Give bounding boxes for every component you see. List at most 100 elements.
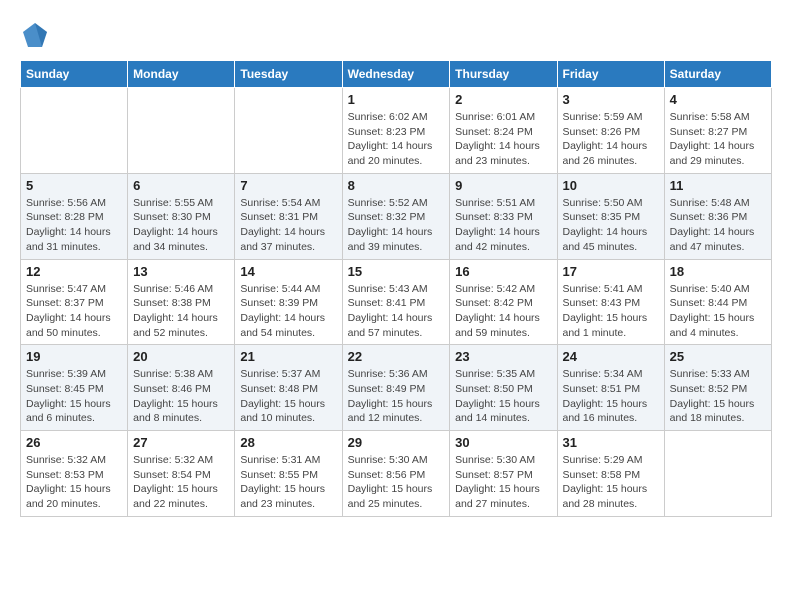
day-info: Sunrise: 5:41 AMSunset: 8:43 PMDaylight:… xyxy=(563,282,659,341)
day-number: 9 xyxy=(455,178,551,193)
day-cell: 4Sunrise: 5:58 AMSunset: 8:27 PMDaylight… xyxy=(664,88,771,174)
day-info: Sunrise: 5:32 AMSunset: 8:53 PMDaylight:… xyxy=(26,453,122,512)
day-info: Sunrise: 5:32 AMSunset: 8:54 PMDaylight:… xyxy=(133,453,229,512)
day-number: 21 xyxy=(240,349,336,364)
day-cell: 1 Sunrise: 6:02 AMSunset: 8:23 PMDaylight… xyxy=(342,88,450,174)
day-info: Sunrise: 5:33 AMSunset: 8:52 PMDaylight:… xyxy=(670,367,766,426)
day-cell: 9Sunrise: 5:51 AMSunset: 8:33 PMDaylight… xyxy=(450,173,557,259)
day-info: Sunrise: 5:47 AMSunset: 8:37 PMDaylight:… xyxy=(26,282,122,341)
logo-icon xyxy=(20,20,50,50)
day-info: Sunrise: 5:43 AMSunset: 8:41 PMDaylight:… xyxy=(348,282,445,341)
day-info: Sunrise: 5:59 AMSunset: 8:26 PMDaylight:… xyxy=(563,110,659,169)
day-info: Sunrise: 5:55 AMSunset: 8:30 PMDaylight:… xyxy=(133,196,229,255)
day-info: Sunrise: 5:38 AMSunset: 8:46 PMDaylight:… xyxy=(133,367,229,426)
day-header-monday: Monday xyxy=(128,61,235,88)
day-header-tuesday: Tuesday xyxy=(235,61,342,88)
day-info: Sunrise: 5:36 AMSunset: 8:49 PMDaylight:… xyxy=(348,367,445,426)
day-number: 6 xyxy=(133,178,229,193)
day-cell: 12 Sunrise: 5:47 AMSunset: 8:37 PMDayligh… xyxy=(21,259,128,345)
logo xyxy=(20,20,54,50)
day-number: 13 xyxy=(133,264,229,279)
day-number: 17 xyxy=(563,264,659,279)
day-cell: 23 Sunrise: 5:35 AMSunset: 8:50 PMDayligh… xyxy=(450,345,557,431)
day-cell: 11 Sunrise: 5:48 AMSunset: 8:36 PMDayligh… xyxy=(664,173,771,259)
week-row-3: 12 Sunrise: 5:47 AMSunset: 8:37 PMDayligh… xyxy=(21,259,772,345)
day-cell xyxy=(664,431,771,517)
day-number: 8 xyxy=(348,178,445,193)
day-number: 26 xyxy=(26,435,122,450)
day-info: Sunrise: 5:46 AMSunset: 8:38 PMDaylight:… xyxy=(133,282,229,341)
day-info: Sunrise: 5:48 AMSunset: 8:36 PMDaylight:… xyxy=(670,196,766,255)
day-info: Sunrise: 5:30 AMSunset: 8:56 PMDaylight:… xyxy=(348,453,445,512)
week-row-4: 19 Sunrise: 5:39 AMSunset: 8:45 PMDayligh… xyxy=(21,345,772,431)
day-cell: 28 Sunrise: 5:31 AMSunset: 8:55 PMDayligh… xyxy=(235,431,342,517)
day-number: 29 xyxy=(348,435,445,450)
day-info: Sunrise: 5:50 AMSunset: 8:35 PMDaylight:… xyxy=(563,196,659,255)
page-header xyxy=(20,20,772,50)
day-header-sunday: Sunday xyxy=(21,61,128,88)
day-cell: 22 Sunrise: 5:36 AMSunset: 8:49 PMDayligh… xyxy=(342,345,450,431)
day-cell: 31Sunrise: 5:29 AMSunset: 8:58 PMDayligh… xyxy=(557,431,664,517)
day-number: 2 xyxy=(455,92,551,107)
day-number: 4 xyxy=(670,92,766,107)
week-row-1: 1 Sunrise: 6:02 AMSunset: 8:23 PMDaylight… xyxy=(21,88,772,174)
day-number: 28 xyxy=(240,435,336,450)
day-number: 7 xyxy=(240,178,336,193)
day-cell xyxy=(235,88,342,174)
day-info: Sunrise: 5:34 AMSunset: 8:51 PMDaylight:… xyxy=(563,367,659,426)
day-cell: 29 Sunrise: 5:30 AMSunset: 8:56 PMDayligh… xyxy=(342,431,450,517)
day-cell xyxy=(21,88,128,174)
day-number: 22 xyxy=(348,349,445,364)
week-row-2: 5 Sunrise: 5:56 AMSunset: 8:28 PMDaylight… xyxy=(21,173,772,259)
day-info: Sunrise: 6:02 AMSunset: 8:23 PMDaylight:… xyxy=(348,110,445,169)
day-number: 11 xyxy=(670,178,766,193)
day-cell: 6 Sunrise: 5:55 AMSunset: 8:30 PMDaylight… xyxy=(128,173,235,259)
day-cell: 3Sunrise: 5:59 AMSunset: 8:26 PMDaylight… xyxy=(557,88,664,174)
day-cell: 15 Sunrise: 5:43 AMSunset: 8:41 PMDayligh… xyxy=(342,259,450,345)
day-cell: 25 Sunrise: 5:33 AMSunset: 8:52 PMDayligh… xyxy=(664,345,771,431)
day-info: Sunrise: 6:01 AMSunset: 8:24 PMDaylight:… xyxy=(455,110,551,169)
day-cell: 19 Sunrise: 5:39 AMSunset: 8:45 PMDayligh… xyxy=(21,345,128,431)
day-info: Sunrise: 5:56 AMSunset: 8:28 PMDaylight:… xyxy=(26,196,122,255)
day-number: 25 xyxy=(670,349,766,364)
day-number: 24 xyxy=(563,349,659,364)
day-cell: 10Sunrise: 5:50 AMSunset: 8:35 PMDayligh… xyxy=(557,173,664,259)
day-info: Sunrise: 5:31 AMSunset: 8:55 PMDaylight:… xyxy=(240,453,336,512)
day-info: Sunrise: 5:35 AMSunset: 8:50 PMDaylight:… xyxy=(455,367,551,426)
day-cell: 7 Sunrise: 5:54 AMSunset: 8:31 PMDaylight… xyxy=(235,173,342,259)
day-number: 23 xyxy=(455,349,551,364)
day-cell: 21 Sunrise: 5:37 AMSunset: 8:48 PMDayligh… xyxy=(235,345,342,431)
day-cell: 5 Sunrise: 5:56 AMSunset: 8:28 PMDaylight… xyxy=(21,173,128,259)
day-info: Sunrise: 5:42 AMSunset: 8:42 PMDaylight:… xyxy=(455,282,551,341)
day-info: Sunrise: 5:30 AMSunset: 8:57 PMDaylight:… xyxy=(455,453,551,512)
day-number: 27 xyxy=(133,435,229,450)
day-cell: 26 Sunrise: 5:32 AMSunset: 8:53 PMDayligh… xyxy=(21,431,128,517)
day-cell: 13 Sunrise: 5:46 AMSunset: 8:38 PMDayligh… xyxy=(128,259,235,345)
day-cell: 14Sunrise: 5:44 AMSunset: 8:39 PMDayligh… xyxy=(235,259,342,345)
day-number: 5 xyxy=(26,178,122,193)
day-number: 12 xyxy=(26,264,122,279)
week-row-5: 26 Sunrise: 5:32 AMSunset: 8:53 PMDayligh… xyxy=(21,431,772,517)
day-info: Sunrise: 5:40 AMSunset: 8:44 PMDaylight:… xyxy=(670,282,766,341)
day-header-saturday: Saturday xyxy=(664,61,771,88)
day-cell: 27 Sunrise: 5:32 AMSunset: 8:54 PMDayligh… xyxy=(128,431,235,517)
day-cell: 17 Sunrise: 5:41 AMSunset: 8:43 PMDayligh… xyxy=(557,259,664,345)
day-cell xyxy=(128,88,235,174)
day-number: 18 xyxy=(670,264,766,279)
day-number: 1 xyxy=(348,92,445,107)
day-number: 30 xyxy=(455,435,551,450)
day-info: Sunrise: 5:37 AMSunset: 8:48 PMDaylight:… xyxy=(240,367,336,426)
day-number: 14 xyxy=(240,264,336,279)
day-info: Sunrise: 5:29 AMSunset: 8:58 PMDaylight:… xyxy=(563,453,659,512)
day-number: 19 xyxy=(26,349,122,364)
day-number: 15 xyxy=(348,264,445,279)
day-number: 20 xyxy=(133,349,229,364)
day-header-wednesday: Wednesday xyxy=(342,61,450,88)
day-cell: 2 Sunrise: 6:01 AMSunset: 8:24 PMDaylight… xyxy=(450,88,557,174)
day-cell: 24 Sunrise: 5:34 AMSunset: 8:51 PMDayligh… xyxy=(557,345,664,431)
day-number: 16 xyxy=(455,264,551,279)
day-cell: 30 Sunrise: 5:30 AMSunset: 8:57 PMDayligh… xyxy=(450,431,557,517)
day-info: Sunrise: 5:54 AMSunset: 8:31 PMDaylight:… xyxy=(240,196,336,255)
day-info: Sunrise: 5:52 AMSunset: 8:32 PMDaylight:… xyxy=(348,196,445,255)
day-info: Sunrise: 5:39 AMSunset: 8:45 PMDaylight:… xyxy=(26,367,122,426)
